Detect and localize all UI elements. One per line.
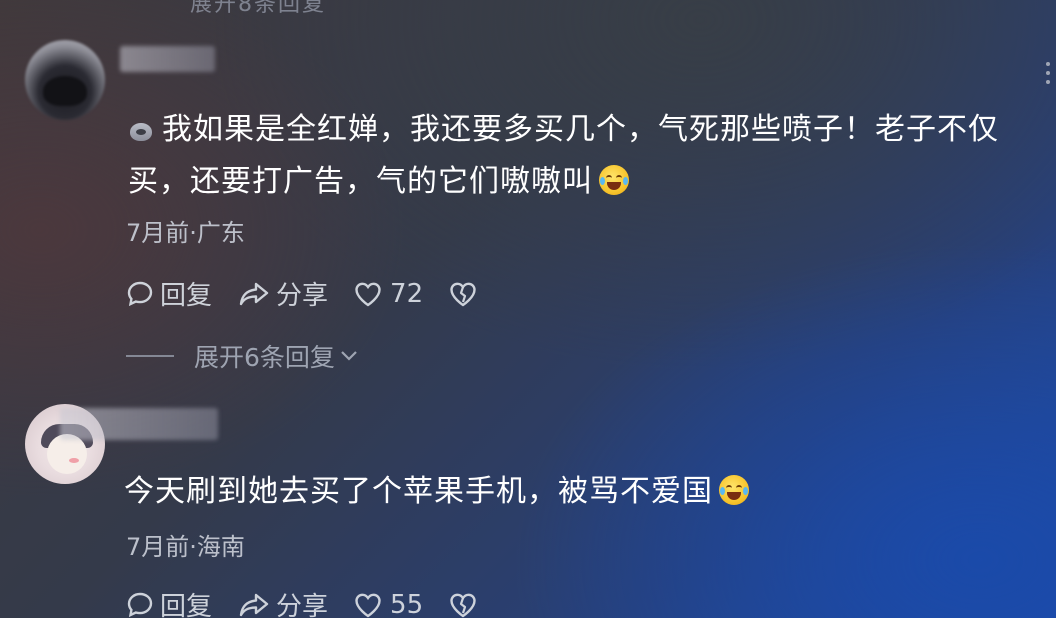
like-button[interactable]: 72 — [354, 279, 423, 309]
reply-button[interactable]: 回复 — [126, 586, 212, 618]
broken-heart-icon — [450, 593, 476, 617]
expand-replies-button[interactable]: 展开6条回复 — [126, 338, 359, 374]
comment-actions: 回复 分享 55 — [126, 586, 509, 618]
share-icon — [239, 593, 269, 616]
broken-heart-icon — [450, 282, 476, 306]
expand-replies-label: 展开6条回复 — [194, 343, 335, 372]
expand-replies-previous[interactable]: 展开8条回复 — [190, 0, 326, 18]
username-blurred[interactable] — [120, 46, 215, 72]
share-label: 分享 — [276, 281, 329, 311]
heart-icon — [355, 282, 381, 306]
dislike-button[interactable] — [449, 281, 483, 307]
like-button[interactable]: 55 — [354, 590, 423, 618]
more-options-icon[interactable] — [1046, 62, 1052, 92]
reply-icon — [127, 592, 153, 617]
share-button[interactable]: 分享 — [238, 275, 328, 312]
rolling-laughing-emoji-icon — [719, 475, 749, 505]
cat-emoji-icon — [128, 119, 154, 141]
heart-icon — [355, 593, 381, 617]
like-count: 55 — [390, 589, 424, 618]
comment-meta: 7月前·海南 — [126, 533, 245, 561]
comment-body: 我如果是全红婵，我还要多买几个，气死那些喷子！老子不仅买，还要打广告，气的它们嗷… — [128, 112, 999, 199]
comment-actions: 回复 分享 72 — [126, 275, 509, 312]
expand-divider-line — [126, 355, 174, 357]
avatar[interactable] — [25, 40, 105, 120]
comment-text: 我如果是全红婵，我还要多买几个，气死那些喷子！老子不仅买，还要打广告，气的它们嗷… — [128, 104, 1050, 208]
chevron-down-icon — [341, 351, 357, 361]
crying-laughing-emoji-icon — [599, 165, 629, 195]
share-icon — [239, 282, 269, 305]
reply-label: 回复 — [160, 592, 213, 618]
comment-text: 今天刷到她去买了个苹果手机，被骂不爱国 — [124, 466, 1050, 518]
comment-meta: 7月前·广东 — [126, 219, 245, 247]
share-label: 分享 — [276, 592, 329, 618]
comment-body: 今天刷到她去买了个苹果手机，被骂不爱国 — [124, 474, 713, 509]
reply-label: 回复 — [160, 281, 213, 311]
dislike-button[interactable] — [449, 592, 483, 618]
reply-icon — [127, 281, 153, 306]
username-blurred[interactable] — [60, 408, 218, 440]
reply-button[interactable]: 回复 — [126, 275, 212, 312]
share-button[interactable]: 分享 — [238, 586, 328, 618]
like-count: 72 — [390, 278, 424, 309]
